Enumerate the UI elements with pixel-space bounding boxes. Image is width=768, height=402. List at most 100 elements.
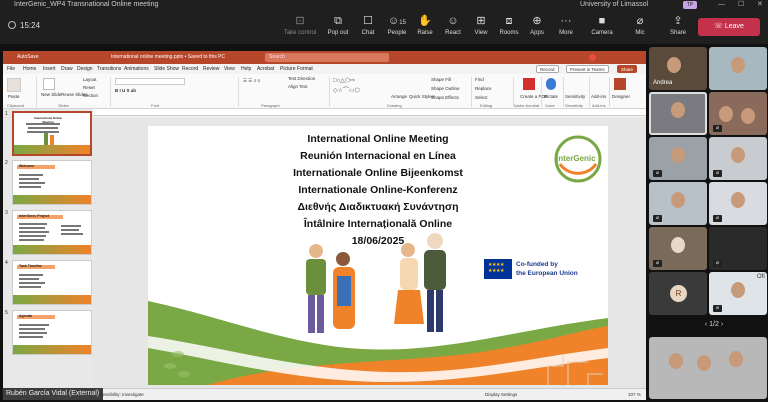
font-family-select[interactable] (115, 78, 185, 85)
participant-tile[interactable]: ⌀ (709, 182, 767, 225)
share-ppt-button[interactable]: Share (617, 65, 638, 73)
organization-name: University of Limassol (580, 1, 649, 8)
participant-tile[interactable]: ⌀ (649, 137, 707, 180)
shield-icon (8, 21, 16, 29)
participant-name: Andrea (653, 80, 673, 86)
bullets-icon[interactable]: ☰ ☰ ≡ ≡ (243, 78, 260, 84)
record-button[interactable]: Record (536, 65, 559, 73)
thumb-number: 3 (5, 210, 8, 216)
partial-label: Ofi (757, 274, 765, 280)
search-input[interactable]: Search (265, 53, 389, 62)
slide-thumb-1[interactable]: International Online Meeting (12, 111, 92, 156)
chevron-right-icon[interactable]: › (721, 321, 723, 328)
shapes-gallery[interactable]: □○△⬠⇨ (333, 77, 355, 84)
slide-thumb-2[interactable]: Welcome (12, 160, 92, 205)
thumb-line (19, 274, 43, 276)
thumb-line (61, 225, 81, 227)
participant-tile[interactable]: ⌀ (709, 227, 767, 270)
divider (513, 77, 514, 107)
tab-file[interactable]: File (7, 64, 15, 74)
file-name: International online meeting.pptx • Save… (111, 54, 226, 60)
mic-button[interactable]: ⌀ Mic (622, 14, 658, 42)
display-settings[interactable]: Display Settings (485, 389, 517, 400)
participant-tile[interactable]: ⌀ (649, 182, 707, 225)
font-format-row[interactable]: B I U S ab (115, 88, 136, 93)
layout-button[interactable]: Layout (83, 77, 97, 82)
thumb-line (19, 286, 41, 288)
tab-animations[interactable]: Animations (124, 64, 149, 74)
avatar[interactable]: TP (683, 1, 697, 9)
share-button[interactable]: ⇪ Share (660, 14, 696, 42)
tab-transitions[interactable]: Transitions (97, 64, 121, 74)
tab-slide-show[interactable]: Slide Show (154, 64, 179, 74)
maximize-icon[interactable]: ☐ (738, 0, 744, 10)
zoom-level[interactable]: 107 % (628, 389, 641, 400)
participant-video (729, 351, 743, 367)
slide-thumb-5[interactable]: Agenda (12, 310, 92, 355)
participant-tile[interactable]: ⌀ (709, 137, 767, 180)
slide-title-ro: Întâlnire Internațională Online (303, 218, 453, 230)
tab-insert[interactable]: Insert (43, 64, 56, 74)
thumb-wave (13, 345, 91, 354)
thumb-line (19, 239, 44, 241)
tab-draw[interactable]: Draw (61, 64, 73, 74)
user-avatar[interactable] (589, 54, 596, 61)
autosave-toggle[interactable]: AutoSave (17, 51, 39, 64)
arrange-button[interactable]: Arrange (391, 94, 407, 99)
group-slides: Slides (58, 103, 69, 108)
paste-button[interactable]: Paste (8, 94, 20, 99)
more-button[interactable]: ··· More (548, 14, 584, 42)
control-icon: ⊡ (295, 15, 305, 27)
reset-button[interactable]: Reset (83, 85, 95, 90)
text-direction-button[interactable]: Text Direction (288, 76, 315, 81)
leave-button[interactable]: ☏ Leave (698, 18, 760, 36)
section-button[interactable]: Section (83, 93, 98, 98)
slide[interactable]: International Online Meeting Reunión Int… (148, 126, 608, 385)
shapes-gallery-row2[interactable]: ◇☆⌒▭⬡ (333, 85, 360, 94)
participant-tile-active[interactable] (649, 92, 707, 135)
participant-tile[interactable]: ⌀ (649, 227, 707, 270)
designer-button[interactable]: Designer (612, 94, 630, 99)
participant-tile[interactable]: Andrea (649, 47, 707, 90)
powerpoint-window: AutoSave International online meeting.pp… (3, 51, 646, 400)
tab-help[interactable]: Help (241, 64, 251, 74)
participant-tile[interactable]: R (649, 272, 707, 315)
tab-acrobat[interactable]: Acrobat (257, 64, 274, 74)
new-slide-button[interactable]: New Slide (41, 92, 61, 97)
take-control-button[interactable]: ⊡ Take control (282, 14, 318, 42)
close-icon[interactable]: ✕ (757, 0, 763, 10)
camera-button[interactable]: ■ Camera (584, 14, 620, 42)
tab-view[interactable]: View (224, 64, 235, 74)
participant-tile[interactable]: ⌀ Ofi (709, 272, 767, 315)
tab-design[interactable]: Design (77, 64, 93, 74)
shape-effects-button[interactable]: Shape Effects (431, 95, 459, 100)
select-button[interactable]: Select (475, 95, 488, 100)
participant-tile[interactable]: ⌀ (709, 92, 767, 135)
slide-thumb-3[interactable]: InterGenic Project (12, 210, 92, 255)
tab-record[interactable]: Record (182, 64, 198, 74)
horizontal-ruler (93, 109, 646, 116)
shape-outline-button[interactable]: Shape Outline (431, 86, 460, 91)
minimize-icon[interactable]: — (718, 0, 725, 10)
ribbon: Paste New Slide Reuse Slides Layout Rese… (3, 74, 646, 109)
thumb-line (19, 324, 49, 326)
align-text-button[interactable]: Align Text (288, 84, 307, 89)
pdf-icon (523, 78, 535, 90)
participant-tile[interactable] (709, 47, 767, 90)
timer-value: 15:24 (20, 21, 41, 30)
divider (541, 77, 542, 107)
slide-thumb-4[interactable]: Task Timeline (12, 260, 92, 305)
tab-review[interactable]: Review (203, 64, 219, 74)
add-ins-button[interactable]: Add-ins (591, 94, 606, 99)
chevron-left-icon[interactable]: ‹ (705, 321, 707, 328)
group-clipboard: Clipboard (7, 103, 25, 108)
present-in-teams-button[interactable]: Present in Teams (566, 65, 609, 73)
tab-picture-format[interactable]: Picture Format (280, 64, 313, 74)
self-view-tile[interactable] (649, 337, 767, 399)
dictate-button[interactable]: Dictate (544, 94, 558, 99)
sensitivity-button[interactable]: Sensitivity (565, 94, 585, 99)
shape-fill-button[interactable]: Shape Fill (431, 77, 451, 82)
slide-thumbnails-pane: 1 International Online Meeting 2 Welcome (3, 109, 93, 388)
find-button[interactable]: Find (475, 77, 484, 82)
replace-button[interactable]: Replace (475, 86, 492, 91)
